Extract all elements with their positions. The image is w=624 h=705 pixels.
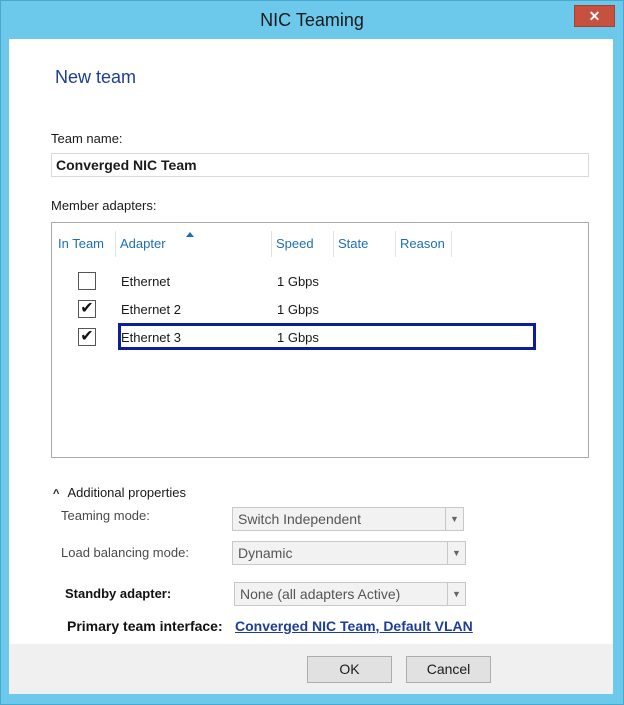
dropdown-arrow-icon: ▼ <box>447 542 465 564</box>
adapter-speed: 1 Gbps <box>277 302 319 317</box>
selection-highlight <box>118 323 536 350</box>
adapter-speed: 1 Gbps <box>277 274 319 289</box>
teaming-mode-label: Teaming mode: <box>61 508 150 523</box>
teaming-mode-value: Switch Independent <box>238 511 361 527</box>
additional-properties-label: Additional properties <box>67 485 186 500</box>
dialog-footer: OK Cancel <box>9 644 613 694</box>
load-balancing-mode-dropdown[interactable]: Dynamic ▼ <box>232 541 466 565</box>
column-header-in-team[interactable]: In Team <box>54 231 116 257</box>
dropdown-arrow-icon: ▼ <box>445 508 463 530</box>
member-adapters-label: Member adapters: <box>51 198 157 213</box>
nic-teaming-window: NIC Teaming ✕ New team Team name: Conver… <box>0 0 624 705</box>
in-team-checkbox[interactable]: ✔ <box>78 300 96 318</box>
member-adapters-list: In Team Adapter Speed State Reason Ether… <box>51 222 589 458</box>
cancel-button[interactable]: Cancel <box>406 656 491 683</box>
page-title: New team <box>55 67 137 87</box>
column-header-reason[interactable]: Reason <box>396 231 452 257</box>
standby-adapter-value: None (all adapters Active) <box>240 586 401 602</box>
ok-button[interactable]: OK <box>307 656 392 683</box>
load-balancing-mode-value: Dynamic <box>238 545 293 561</box>
adapter-name: Ethernet 2 <box>121 302 181 317</box>
chevron-up-icon: ^ <box>53 488 60 500</box>
standby-adapter-dropdown[interactable]: None (all adapters Active) ▼ <box>234 582 466 606</box>
load-balancing-mode-label: Load balancing mode: <box>61 545 189 560</box>
teaming-mode-dropdown[interactable]: Switch Independent ▼ <box>232 507 464 531</box>
in-team-checkbox[interactable]: ✔ <box>78 328 96 346</box>
dropdown-arrow-icon: ▼ <box>447 583 465 605</box>
primary-team-interface-label: Primary team interface: <box>67 618 223 634</box>
team-name-label: Team name: <box>51 131 123 146</box>
sort-ascending-icon <box>186 232 194 237</box>
additional-properties-toggle[interactable]: ^ Additional properties <box>53 485 186 500</box>
team-name-input[interactable]: Converged NIC Team <box>51 153 589 177</box>
column-header-speed[interactable]: Speed <box>272 231 334 257</box>
close-button[interactable]: ✕ <box>574 5 615 27</box>
adapter-row[interactable]: Ethernet 1 Gbps <box>52 268 588 296</box>
adapter-name: Ethernet <box>121 274 171 289</box>
adapter-row[interactable]: ✔ Ethernet 2 1 Gbps <box>52 296 588 324</box>
in-team-checkbox[interactable] <box>78 272 96 290</box>
window-title: NIC Teaming <box>260 10 364 30</box>
standby-adapter-label: Standby adapter: <box>65 586 172 601</box>
primary-team-interface-link[interactable]: Converged NIC Team, Default VLAN <box>235 618 473 634</box>
dialog-client-area: New team Team name: Converged NIC Team M… <box>9 39 613 694</box>
column-header-state[interactable]: State <box>334 231 396 257</box>
column-header-adapter[interactable]: Adapter <box>116 231 272 257</box>
